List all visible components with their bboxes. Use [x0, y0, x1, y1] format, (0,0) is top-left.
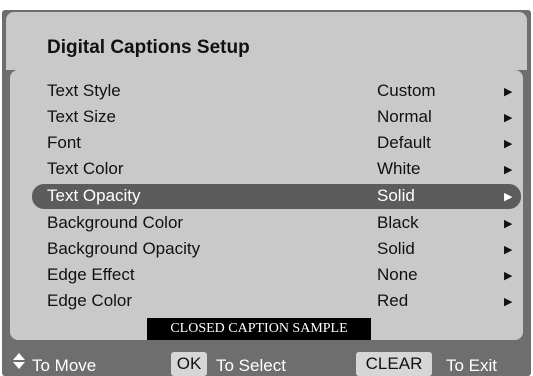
exit-hint-label: To Exit	[446, 356, 498, 375]
up-down-arrows-icon	[13, 353, 25, 369]
menu-item-label: Text Color	[47, 159, 124, 178]
page-title: Digital Captions Setup	[47, 37, 250, 58]
menu-item-font[interactable]: Font Default ▶	[34, 131, 519, 156]
ok-key-badge[interactable]: OK	[171, 352, 207, 376]
captions-setup-screen: Digital Captions Setup Text Style Custom…	[0, 0, 533, 376]
menu-item-background-color[interactable]: Background Color Black ▶	[34, 211, 519, 236]
menu-item-label: Edge Effect	[47, 265, 135, 284]
menu-item-label: Text Opacity	[47, 186, 141, 205]
caption-sample: CLOSED CAPTION SAMPLE	[147, 318, 371, 340]
menu-item-label: Text Size	[47, 107, 116, 126]
menu-item-label: Edge Color	[47, 291, 133, 310]
select-hint-label: To Select	[216, 356, 286, 375]
submenu-arrow-icon: ▶	[504, 218, 513, 230]
menu-item-text-opacity[interactable]: Text Opacity Solid ▶	[32, 184, 521, 209]
submenu-arrow-icon: ▶	[504, 138, 513, 150]
submenu-arrow-icon: ▶	[504, 244, 513, 256]
menu-item-label: Background Color	[47, 213, 184, 232]
menu-item-text-color[interactable]: Text Color White ▶	[34, 157, 519, 182]
move-hint-label: To Move	[32, 356, 97, 375]
menu-item-label: Background Opacity	[47, 239, 201, 258]
submenu-arrow-icon: ▶	[504, 270, 513, 282]
menu-item-value: Solid	[377, 239, 415, 258]
clear-key-badge[interactable]: CLEAR	[356, 352, 432, 376]
submenu-arrow-icon: ▶	[504, 296, 513, 308]
menu-item-value: Red	[377, 291, 409, 310]
submenu-arrow-icon: ▶	[504, 191, 513, 203]
menu-item-label: Font	[47, 133, 82, 152]
submenu-arrow-icon: ▶	[504, 112, 513, 124]
menu-item-label: Text Style	[47, 81, 121, 100]
menu-item-value: Solid	[377, 186, 415, 205]
menu-item-edge-effect[interactable]: Edge Effect None ▶	[34, 263, 519, 288]
submenu-arrow-icon: ▶	[504, 164, 513, 176]
menu-item-value: White	[377, 159, 421, 178]
menu-item-value: Default	[377, 133, 431, 152]
menu-item-value: Normal	[377, 107, 432, 126]
menu-item-value: Custom	[377, 81, 436, 100]
menu-item-value: None	[377, 265, 418, 284]
menu-item-text-size[interactable]: Text Size Normal ▶	[34, 105, 519, 130]
menu-item-text-style[interactable]: Text Style Custom ▶	[34, 79, 519, 104]
menu-item-edge-color[interactable]: Edge Color Red ▶	[34, 289, 519, 314]
submenu-arrow-icon: ▶	[504, 86, 513, 98]
menu-item-value: Black	[377, 213, 419, 232]
menu-item-background-opacity[interactable]: Background Opacity Solid ▶	[34, 237, 519, 262]
